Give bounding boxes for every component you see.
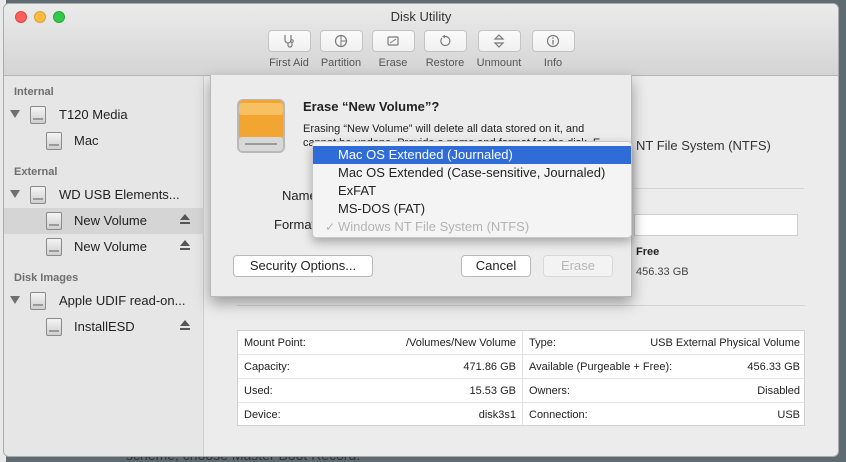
disk-image-icon <box>30 292 46 310</box>
menu-item-exfat[interactable]: ExFAT <box>317 182 627 200</box>
volume-icon <box>46 132 62 150</box>
info-key: Device: <box>244 409 281 421</box>
security-options-button[interactable]: Security Options... <box>233 255 373 277</box>
sidebar-section-internal: Internal <box>14 86 54 98</box>
info-row-device: Device: disk3s1 <box>238 403 522 427</box>
sidebar-item-label: Mac <box>74 133 99 148</box>
unmount-label: Unmount <box>476 57 522 69</box>
first-aid-button[interactable]: First Aid <box>264 30 314 69</box>
sheet-title: Erase “New Volume”? <box>303 99 440 114</box>
erase-label: Erase <box>378 57 408 69</box>
cancel-button[interactable]: Cancel <box>461 255 531 277</box>
sidebar-item-new-volume[interactable]: New Volume <box>4 234 204 260</box>
partition-label: Partition <box>320 57 362 69</box>
sidebar-item-label: InstallESD <box>74 319 135 334</box>
volume-icon <box>46 238 62 256</box>
menu-item-mac-os-extended-journaled[interactable]: Mac OS Extended (Journaled) <box>313 146 631 164</box>
info-key: Connection: <box>529 409 588 421</box>
sidebar: Internal T120 Media Mac External WD USB … <box>4 76 204 456</box>
volume-icon <box>46 212 62 230</box>
eject-icon[interactable] <box>180 240 190 252</box>
external-drive-icon <box>30 186 46 204</box>
volume-icon <box>46 318 62 336</box>
free-value: 456.33 GB <box>636 266 689 278</box>
volume-format-text: NT File System (NTFS) <box>636 138 771 153</box>
disclosure-triangle-icon[interactable] <box>10 296 20 304</box>
info-button[interactable]: Info <box>528 30 578 69</box>
window-title: Disk Utility <box>390 9 452 24</box>
usage-bar <box>634 214 798 236</box>
info-label: Info <box>543 57 563 69</box>
info-value: 456.33 GB <box>747 361 800 373</box>
partition-icon <box>319 30 363 52</box>
info-value: 15.53 GB <box>469 385 516 397</box>
info-row-used: Used: 15.53 GB <box>238 379 522 403</box>
restore-label: Restore <box>425 57 465 69</box>
restore-icon <box>423 30 467 52</box>
info-key: Mount Point: <box>244 337 306 349</box>
checkmark-icon: ✓ <box>325 220 336 234</box>
menu-item-windows-ntfs[interactable]: ✓ Windows NT File System (NTFS) <box>317 218 627 236</box>
info-row-available: Available (Purgeable + Free): 456.33 GB <box>522 355 806 379</box>
info-value: /Volumes/New Volume <box>405 337 516 349</box>
sidebar-item-label: New Volume <box>74 239 147 254</box>
sidebar-item-label: Apple UDIF read-on... <box>59 293 186 308</box>
info-row-capacity: Capacity: 471.86 GB <box>238 355 522 379</box>
sidebar-item-label: T120 Media <box>59 107 128 122</box>
info-key: Owners: <box>529 385 570 397</box>
disclosure-triangle-icon[interactable] <box>10 110 20 118</box>
eject-icon[interactable] <box>180 320 190 332</box>
erase-confirm-button[interactable]: Erase <box>543 255 613 277</box>
eraser-icon <box>371 30 415 52</box>
info-value: Disabled <box>757 385 800 397</box>
partition-button[interactable]: Partition <box>316 30 366 69</box>
eject-icon[interactable] <box>180 214 190 226</box>
sidebar-section-external: External <box>14 166 58 178</box>
info-key: Used: <box>244 385 273 397</box>
unmount-icon <box>477 30 521 52</box>
hard-drive-icon <box>30 106 46 124</box>
restore-button[interactable]: Restore <box>420 30 470 69</box>
format-label: Format <box>274 217 316 232</box>
info-value: USB <box>777 409 800 421</box>
sidebar-item-new-volume-selected[interactable]: New Volume <box>4 208 204 234</box>
menu-item-label: Windows NT File System (NTFS) <box>338 219 530 234</box>
sidebar-item-mac[interactable]: Mac <box>4 128 204 154</box>
sidebar-item-apple-udif[interactable]: Apple UDIF read-on... <box>4 288 204 314</box>
info-key: Type: <box>529 337 556 349</box>
external-drive-icon <box>235 97 287 155</box>
stethoscope-icon <box>267 30 311 52</box>
unmount-button[interactable]: Unmount <box>474 30 524 69</box>
sidebar-section-disk-images: Disk Images <box>14 272 79 284</box>
menu-item-ms-dos-fat[interactable]: MS-DOS (FAT) <box>317 200 627 218</box>
free-label: Free <box>636 246 660 258</box>
first-aid-label: First Aid <box>269 57 309 69</box>
sidebar-item-installesd[interactable]: InstallESD <box>4 314 204 340</box>
info-value: disk3s1 <box>478 409 516 421</box>
volume-info-table: Mount Point: /Volumes/New Volume Type: U… <box>237 330 806 427</box>
info-key: Available (Purgeable + Free): <box>529 361 673 373</box>
info-row-type: Type: USB External Physical Volume <box>522 331 806 355</box>
sidebar-item-wd-usb[interactable]: WD USB Elements... <box>4 182 204 208</box>
info-row-mount-point: Mount Point: /Volumes/New Volume <box>238 331 522 355</box>
sidebar-item-label: New Volume <box>74 213 147 228</box>
info-value: 471.86 GB <box>463 361 516 373</box>
erase-button[interactable]: Erase <box>368 30 418 69</box>
menu-item-mac-os-extended-case-sensitive[interactable]: Mac OS Extended (Case-sensitive, Journal… <box>317 164 627 182</box>
info-key: Capacity: <box>244 361 290 373</box>
info-value: USB External Physical Volume <box>650 337 800 349</box>
disk-utility-window: Disk Utility First Aid Partition Erase R… <box>4 4 838 456</box>
disclosure-triangle-icon[interactable] <box>10 190 20 198</box>
info-icon <box>531 30 575 52</box>
sidebar-item-t120-media[interactable]: T120 Media <box>4 102 204 128</box>
divider <box>237 305 805 306</box>
format-dropdown-menu: Mac OS Extended (Journaled) Mac OS Exten… <box>312 141 632 238</box>
info-row-owners: Owners: Disabled <box>522 379 806 403</box>
info-row-connection: Connection: USB <box>522 403 806 427</box>
sidebar-item-label: WD USB Elements... <box>59 187 180 202</box>
divider <box>634 188 804 189</box>
toolbar: Disk Utility First Aid Partition Erase R… <box>4 4 838 76</box>
